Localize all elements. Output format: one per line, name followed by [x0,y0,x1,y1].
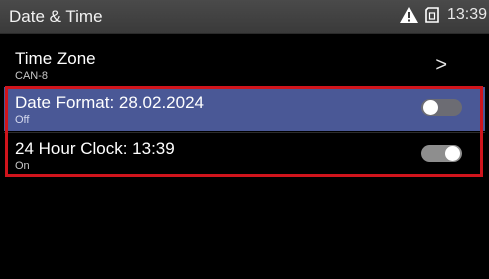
status-bar: Date & Time 13:39 [0,0,489,34]
status-clock: 13:39 [446,6,487,23]
status-icons: 13:39 [399,6,487,24]
toggle-knob [423,100,438,115]
warning-icon [399,7,418,23]
24-hour-clock-row[interactable]: 24 Hour Clock: 13:39 On [4,133,485,177]
date-format-row[interactable]: Date Format: 28.02.2024 Off [4,87,485,131]
24-hour-clock-state: On [15,160,30,172]
time-zone-value: CAN-8 [15,70,49,82]
sim-card-icon [425,7,439,23]
24-hour-clock-toggle[interactable] [421,145,462,162]
date-format-toggle[interactable] [421,99,462,116]
time-zone-label: Time Zone [15,49,96,68]
toggle-knob [445,146,460,161]
date-format-label: Date Format: 28.02.2024 [15,93,205,112]
time-zone-row[interactable]: Time Zone CAN-8 > [4,43,485,87]
page-title: Date & Time [9,7,103,26]
date-format-state: Off [15,114,30,126]
24-hour-clock-label: 24 Hour Clock: 13:39 [15,139,175,158]
chevron-right-icon: > [435,54,447,76]
